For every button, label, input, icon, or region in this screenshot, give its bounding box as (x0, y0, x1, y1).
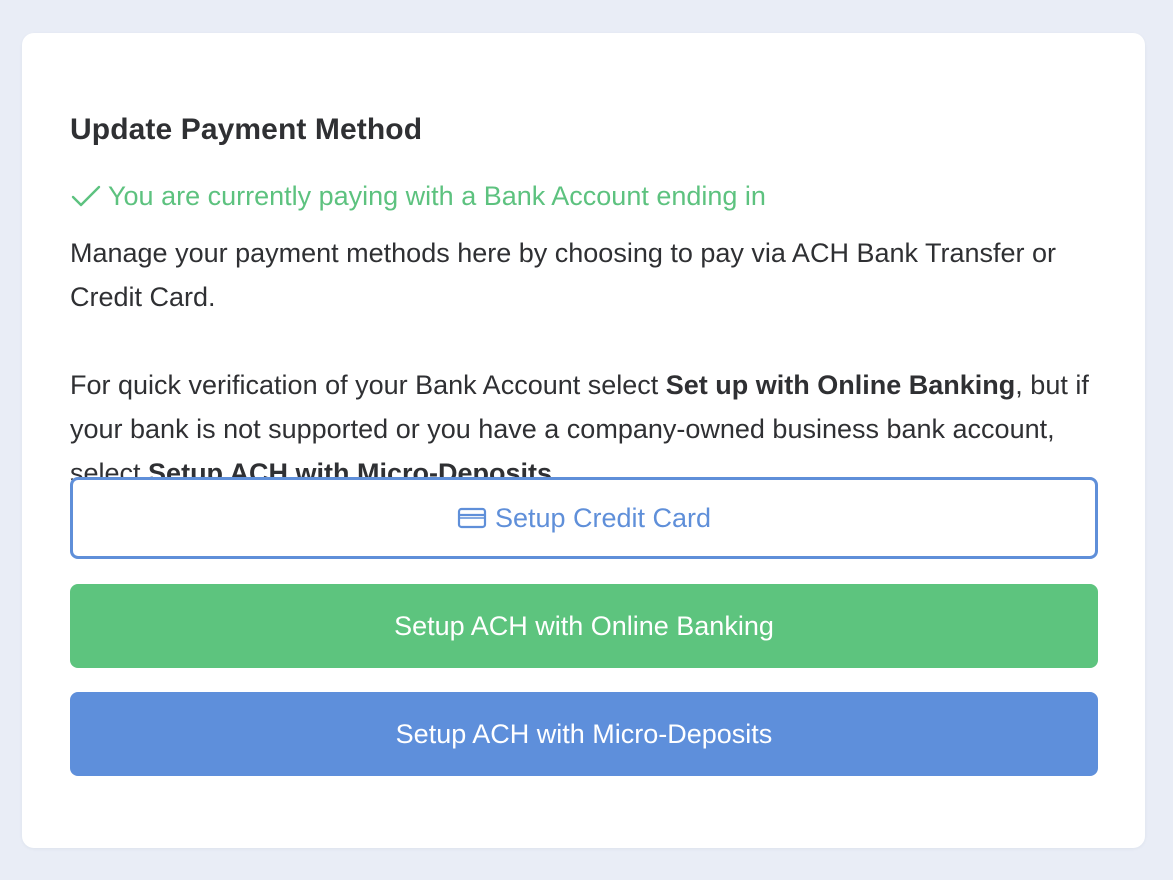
card-title: Update Payment Method (70, 113, 423, 146)
setup-credit-card-label: Setup Credit Card (494, 502, 712, 533)
setup-ach-online-banking-button[interactable]: Setup ACH with Online Banking (70, 584, 1098, 668)
payment-method-card: Update Payment Method You are currently … (22, 33, 1145, 848)
setup-ach-online-banking-label: Setup ACH with Online Banking (394, 610, 774, 641)
status-text: You are currently paying with a Bank Acc… (108, 181, 766, 211)
setup-ach-micro-deposits-button[interactable]: Setup ACH with Micro-Deposits (70, 692, 1098, 776)
description-text: For quick verification of your Bank Acco… (70, 370, 666, 400)
online-banking-emphasis: Set up with Online Banking (665, 370, 1016, 400)
credit-card-icon (457, 506, 487, 530)
setup-ach-micro-deposits-label: Setup ACH with Micro-Deposits (395, 718, 773, 749)
description: Manage your payment methods here by choo… (70, 231, 1090, 495)
description-paragraph-2: For quick verification of your Bank Acco… (70, 363, 1090, 495)
check-icon (70, 184, 102, 210)
current-payment-status: You are currently paying with a Bank Acc… (70, 181, 766, 212)
setup-credit-card-button[interactable]: Setup Credit Card (70, 477, 1098, 559)
description-paragraph-1: Manage your payment methods here by choo… (70, 238, 1057, 312)
